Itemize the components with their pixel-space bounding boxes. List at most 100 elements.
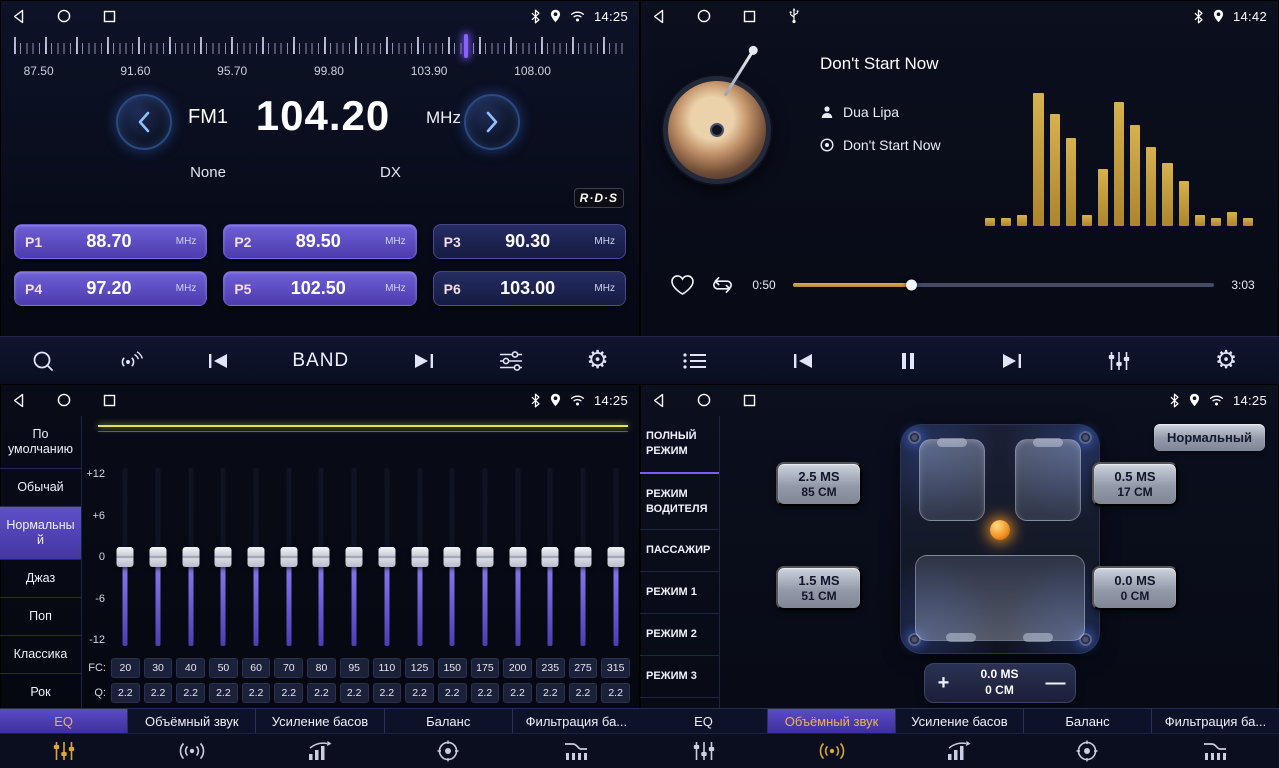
audio-tab[interactable]: Объёмный звук — [768, 709, 896, 733]
back-icon[interactable] — [12, 393, 25, 408]
previous-station-icon[interactable] — [206, 351, 230, 371]
recents-icon[interactable] — [103, 10, 116, 23]
listening-mode-item[interactable]: ПОЛНЫЙ РЕЖИМ — [640, 416, 719, 474]
surround-tab-icon[interactable] — [128, 734, 256, 768]
tune-up-button[interactable] — [464, 94, 520, 150]
slider-handle[interactable] — [117, 547, 134, 567]
front-left-delay-button[interactable]: 2.5 MS 85 CM — [776, 462, 862, 506]
listening-position-marker[interactable] — [990, 520, 1010, 540]
front-left-speaker-icon[interactable] — [908, 431, 921, 444]
recents-icon[interactable] — [743, 394, 756, 407]
audio-tab[interactable]: EQ — [640, 709, 768, 733]
audio-tab[interactable]: Баланс — [1024, 709, 1152, 733]
rear-right-delay-button[interactable]: 0.0 MS 0 CM — [1092, 566, 1178, 610]
band-button[interactable]: BAND — [292, 350, 349, 372]
eq-band-slider[interactable] — [305, 468, 338, 646]
eq-preset-item[interactable]: Нормальный — [0, 507, 81, 560]
balance-tab-icon[interactable] — [384, 734, 512, 768]
slider-handle[interactable] — [182, 547, 199, 567]
eq-preset-item[interactable]: По умолчанию — [0, 416, 81, 469]
pause-icon[interactable] — [899, 351, 917, 371]
eq-band-slider[interactable] — [240, 468, 273, 646]
settings-gear-icon[interactable]: ⚙ — [1215, 348, 1237, 373]
eq-band-slider[interactable] — [567, 468, 600, 646]
eq-preset-item[interactable]: Обычай — [0, 469, 81, 507]
eq-band-slider[interactable] — [501, 468, 534, 646]
listening-mode-item[interactable]: РЕЖИМ 1 — [640, 572, 719, 614]
back-icon[interactable] — [652, 393, 665, 408]
home-icon[interactable] — [57, 393, 71, 407]
slider-handle[interactable] — [574, 547, 591, 567]
slider-handle[interactable] — [607, 547, 624, 567]
filter-tab-icon[interactable] — [1151, 734, 1279, 768]
audio-tab[interactable]: Усиление басов — [896, 709, 1024, 733]
bass-boost-tab-icon[interactable] — [256, 734, 384, 768]
eq-band-slider[interactable] — [109, 468, 142, 646]
surround-preset-button[interactable]: Нормальный — [1154, 424, 1265, 451]
eq-band-slider[interactable] — [338, 468, 371, 646]
slider-handle[interactable] — [248, 547, 265, 567]
tune-down-button[interactable] — [116, 94, 172, 150]
listening-mode-item[interactable]: ПАССАЖИР — [640, 530, 719, 572]
preset-button[interactable]: P2 89.50 MHz — [223, 224, 416, 259]
settings-gear-icon[interactable]: ⚙ — [586, 348, 608, 373]
recents-icon[interactable] — [743, 10, 756, 23]
slider-handle[interactable] — [378, 547, 395, 567]
listening-mode-item[interactable]: РЕЖИМ 2 — [640, 614, 719, 656]
home-icon[interactable] — [697, 9, 711, 23]
next-station-icon[interactable] — [412, 351, 436, 371]
broadcast-icon[interactable] — [118, 350, 144, 372]
seek-bar[interactable] — [793, 283, 1214, 287]
bass-boost-tab-icon[interactable] — [896, 734, 1024, 768]
eq-tab-icon[interactable] — [0, 734, 128, 768]
previous-track-icon[interactable] — [791, 351, 815, 371]
slider-handle[interactable] — [346, 547, 363, 567]
back-icon[interactable] — [652, 9, 665, 24]
slider-handle[interactable] — [476, 547, 493, 567]
balance-tab-icon[interactable] — [1023, 734, 1151, 768]
playlist-icon[interactable] — [682, 351, 708, 371]
eq-band-slider[interactable] — [534, 468, 567, 646]
slider-handle[interactable] — [509, 547, 526, 567]
surround-tab-icon[interactable] — [768, 734, 896, 768]
preset-button[interactable]: P6 103.00 MHz — [433, 271, 626, 306]
next-track-icon[interactable] — [1000, 351, 1024, 371]
eq-band-slider[interactable] — [174, 468, 207, 646]
audio-tab[interactable]: Баланс — [385, 709, 513, 733]
eq-band-slider[interactable] — [207, 468, 240, 646]
eq-preset-item[interactable]: Джаз — [0, 560, 81, 598]
sliders-icon[interactable] — [498, 350, 524, 372]
slider-handle[interactable] — [444, 547, 461, 567]
eq-band-slider[interactable] — [403, 468, 436, 646]
audio-tab[interactable]: Усиление басов — [256, 709, 384, 733]
scan-icon[interactable] — [31, 349, 55, 373]
home-icon[interactable] — [57, 9, 71, 23]
faders-icon[interactable] — [1107, 350, 1131, 372]
favorite-heart-icon[interactable] — [670, 274, 695, 296]
eq-tab-icon[interactable] — [640, 734, 768, 768]
slider-handle[interactable] — [411, 547, 428, 567]
slider-handle[interactable] — [542, 547, 559, 567]
listening-mode-item[interactable]: РЕЖИМ 3 — [640, 656, 719, 698]
repeat-icon[interactable] — [710, 275, 735, 295]
preset-button[interactable]: P4 97.20 MHz — [14, 271, 207, 306]
audio-tab[interactable]: Объёмный звук — [128, 709, 256, 733]
eq-preset-item[interactable]: Поп — [0, 598, 81, 636]
decrease-delay-button[interactable]: — — [1037, 673, 1075, 693]
eq-band-slider[interactable] — [599, 468, 632, 646]
album-art-disc[interactable] — [663, 76, 771, 184]
preset-button[interactable]: P5 102.50 MHz — [223, 271, 416, 306]
slider-handle[interactable] — [150, 547, 167, 567]
eq-band-slider[interactable] — [436, 468, 469, 646]
slider-handle[interactable] — [280, 547, 297, 567]
audio-tab[interactable]: Фильтрация ба... — [1152, 709, 1279, 733]
rear-left-delay-button[interactable]: 1.5 MS 51 CM — [776, 566, 862, 610]
audio-tab[interactable]: Фильтрация ба... — [513, 709, 640, 733]
home-icon[interactable] — [697, 393, 711, 407]
back-icon[interactable] — [12, 9, 25, 24]
filter-tab-icon[interactable] — [512, 734, 640, 768]
eq-preset-item[interactable]: Классика — [0, 636, 81, 674]
recents-icon[interactable] — [103, 394, 116, 407]
eq-band-slider[interactable] — [272, 468, 305, 646]
preset-button[interactable]: P3 90.30 MHz — [433, 224, 626, 259]
